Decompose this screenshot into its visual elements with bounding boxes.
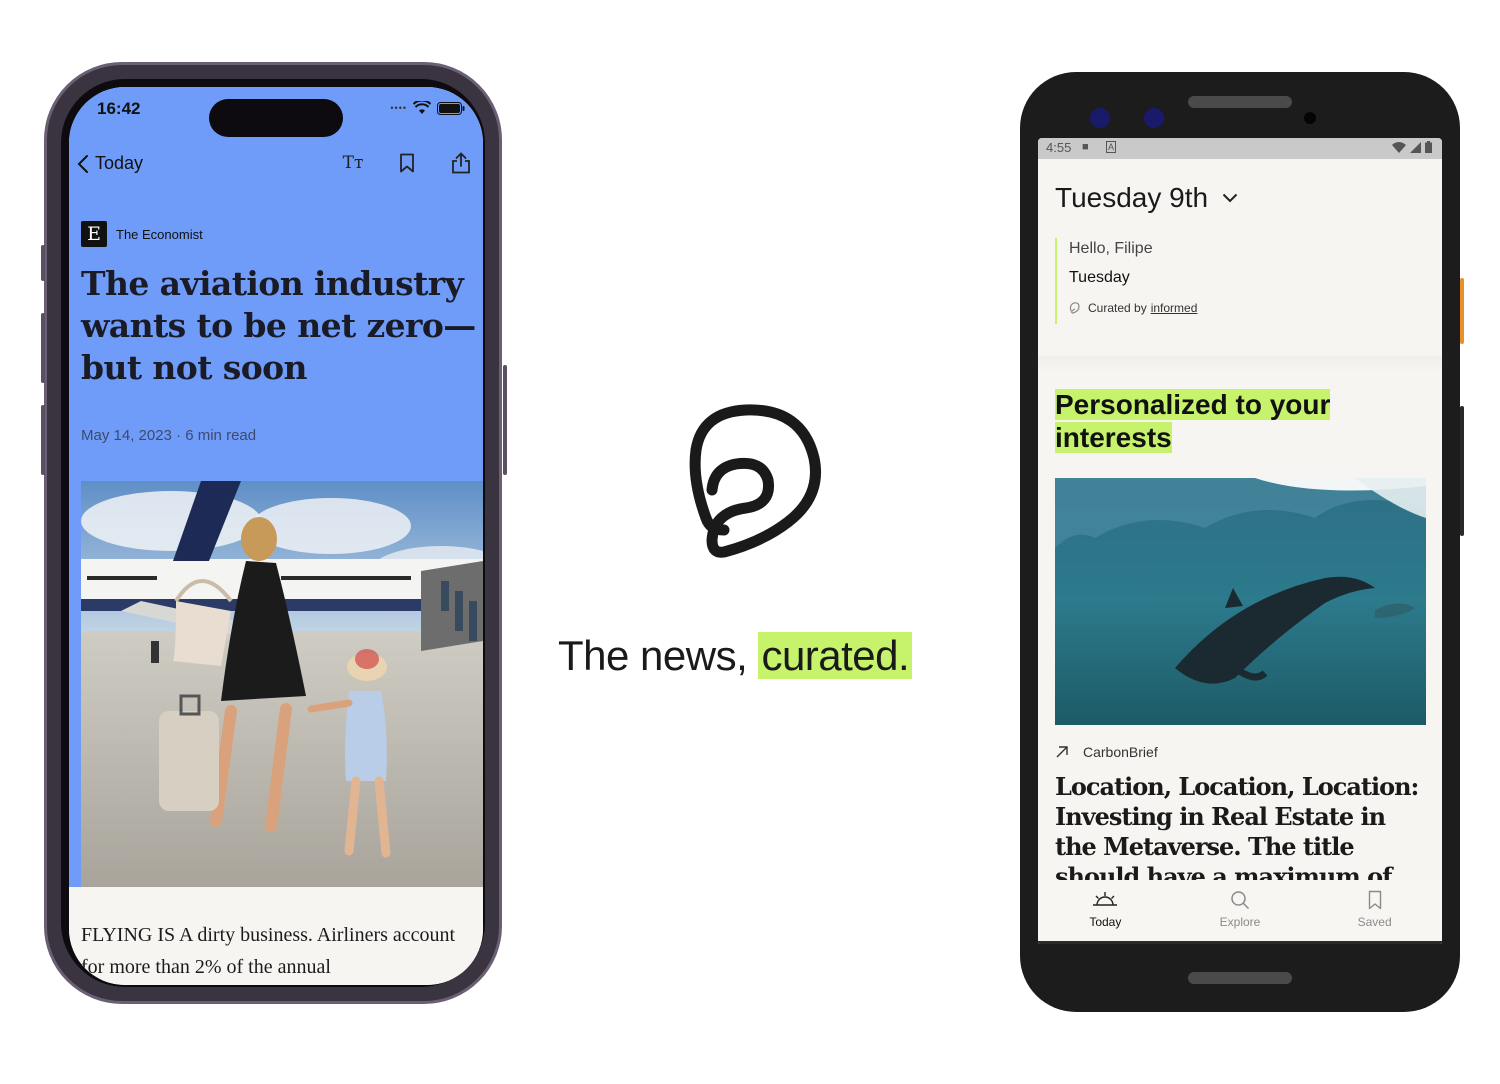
status-icons: •••• (390, 101, 465, 115)
bottom-speaker (1188, 972, 1292, 984)
informed-logo (684, 400, 826, 560)
nav-saved-label: Saved (1357, 915, 1392, 929)
iphone-volume-down-button (41, 405, 45, 475)
arrow-up-right-icon (1056, 746, 1068, 758)
article-hero-image (81, 481, 483, 889)
android-volume-button (1460, 406, 1464, 536)
top-speaker (1188, 96, 1292, 108)
sunrise-icon (1093, 892, 1118, 906)
dynamic-island (209, 99, 343, 137)
signal-dots-icon: •••• (390, 103, 407, 113)
article-source[interactable]: CarbonBrief (1055, 744, 1158, 760)
curated-by: Curated by informed (1069, 301, 1355, 315)
text-size-button[interactable]: Tт (341, 151, 365, 175)
battery-icon (1425, 141, 1432, 153)
notification-a-icon: A (1106, 141, 1117, 153)
text-size-icon: Tт (342, 153, 364, 173)
section-divider (1038, 356, 1442, 372)
section-title: Personalized to your interests (1055, 388, 1385, 454)
chevron-down-icon (1222, 193, 1238, 203)
article-body-text: FLYING IS A dirty business. Airliners ac… (81, 924, 456, 978)
economist-logo: E (81, 221, 107, 247)
section-title-text: Personalized to your interests (1055, 389, 1331, 453)
nav-explore-label: Explore (1219, 915, 1261, 929)
source-name: CarbonBrief (1083, 744, 1158, 760)
android-device-frame: 4:55 ■ A Tuesday 9th Hello, Filipe Tuesd… (1020, 72, 1464, 1012)
share-icon (452, 152, 470, 174)
status-bar: 4:55 ■ A (1038, 138, 1442, 159)
tagline-plain: The news, (558, 632, 748, 679)
article-image[interactable] (1055, 478, 1426, 725)
tagline-highlight: curated. (758, 632, 913, 679)
bookmark-icon (400, 153, 414, 173)
greeting-text: Hello, Filipe (1069, 240, 1153, 257)
iphone-screen: 16:42 •••• Today Tт E The Economist The … (69, 87, 483, 985)
battery-icon (437, 101, 465, 115)
greeting-card: Hello, Filipe Tuesday Curated by informe… (1055, 238, 1355, 324)
curated-prefix: Curated by (1088, 301, 1147, 315)
back-label: Today (95, 153, 144, 173)
front-camera-left (1090, 108, 1110, 128)
wifi-icon (1392, 141, 1406, 153)
bookmark-button[interactable] (395, 151, 419, 175)
iphone-device-frame: 16:42 •••• Today Tт E The Economist The … (41, 62, 507, 1004)
article-meta: May 14, 2023 · 6 min read (81, 427, 257, 444)
article-toolbar: Tт (341, 151, 473, 175)
search-icon (1231, 891, 1250, 910)
article-source[interactable]: E The Economist (81, 221, 203, 247)
day-text: Tuesday (1069, 269, 1130, 286)
status-time: 16:42 (97, 99, 141, 118)
bottom-navigation: Today Explore Saved (1038, 880, 1442, 944)
date-title: Tuesday 9th (1055, 182, 1209, 213)
share-button[interactable] (449, 151, 473, 175)
date-selector[interactable]: Tuesday 9th (1055, 182, 1238, 214)
article-headline: The aviation industry wants to be net ze… (81, 264, 476, 387)
proximity-sensor (1304, 112, 1316, 124)
nav-explore[interactable]: Explore (1190, 880, 1290, 941)
back-button[interactable]: Today (77, 153, 143, 174)
iphone-power-button (503, 365, 507, 475)
nav-today[interactable]: Today (1055, 880, 1155, 941)
informed-small-logo-icon (1069, 302, 1080, 314)
chevron-left-icon (77, 154, 88, 173)
bookmark-icon (1368, 890, 1381, 910)
android-robot-icon: ■ (1082, 141, 1089, 153)
curated-brand-link[interactable]: informed (1151, 301, 1198, 315)
status-time: 4:55 (1046, 140, 1072, 155)
wifi-icon (413, 101, 431, 114)
android-screen: 4:55 ■ A Tuesday 9th Hello, Filipe Tuesd… (1038, 138, 1442, 944)
signal-icon (1410, 141, 1421, 153)
iphone-action-button (41, 245, 45, 281)
iphone-volume-up-button (41, 313, 45, 383)
front-camera-right (1144, 108, 1164, 128)
status-icons (1392, 141, 1432, 153)
nav-today-label: Today (1089, 915, 1122, 929)
source-name: The Economist (116, 226, 203, 242)
tagline: The news, curated. (558, 632, 913, 680)
nav-saved[interactable]: Saved (1325, 880, 1425, 941)
android-power-button (1460, 278, 1464, 344)
